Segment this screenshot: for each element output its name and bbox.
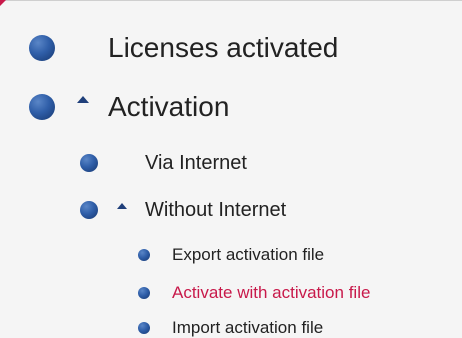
tree-item-activate-with-activation-file[interactable]: Activate with activation file bbox=[0, 281, 460, 305]
tree-item-label: Via Internet bbox=[145, 152, 247, 174]
bullet-icon bbox=[80, 201, 98, 219]
bullet-icon bbox=[138, 249, 150, 261]
bullet-icon bbox=[80, 154, 98, 172]
tree-item-via-internet[interactable]: Via Internet bbox=[0, 149, 420, 177]
tree-item-label: Activation bbox=[108, 91, 230, 122]
navigation-panel: Licenses activated Activation Via Intern… bbox=[0, 0, 462, 338]
caret-up-icon bbox=[117, 203, 127, 209]
tree-item-export-activation-file[interactable]: Export activation file bbox=[0, 243, 460, 267]
tree-item-without-internet[interactable]: Without Internet bbox=[0, 196, 420, 224]
tree-item-licenses-activated[interactable]: Licenses activated bbox=[0, 30, 420, 66]
tree-item-import-activation-file[interactable]: Import activation file bbox=[0, 316, 460, 338]
top-border bbox=[0, 0, 462, 1]
tree-item-label: Licenses activated bbox=[108, 32, 339, 63]
bullet-icon bbox=[138, 287, 150, 299]
tree-item-activation[interactable]: Activation bbox=[0, 87, 420, 125]
bullet-icon bbox=[138, 322, 150, 334]
bullet-icon bbox=[29, 35, 55, 61]
corner-marker-icon bbox=[0, 0, 6, 6]
tree-item-label: Without Internet bbox=[145, 199, 287, 221]
caret-up-icon bbox=[77, 96, 89, 103]
bullet-icon bbox=[29, 94, 55, 120]
tree-item-label: Import activation file bbox=[172, 318, 324, 337]
tree-item-label: Export activation file bbox=[172, 245, 325, 264]
tree-item-label: Activate with activation file bbox=[172, 283, 371, 302]
